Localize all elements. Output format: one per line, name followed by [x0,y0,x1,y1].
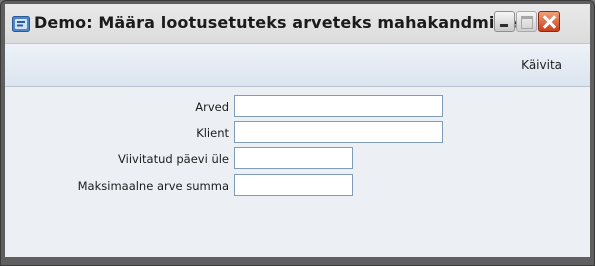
field-row-arved: Arved [5,96,229,118]
run-button[interactable]: Käivita [521,58,562,72]
field-row-klient: Klient [5,122,229,144]
max-amount-input[interactable] [234,174,353,196]
arved-label: Arved [195,100,229,114]
max-amount-label: Maksimaalne arve summa [77,179,229,193]
days-overdue-input[interactable] [234,147,353,169]
title-bar[interactable]: Demo: Määra lootusetuteks arveteks mahak… [5,4,590,44]
field-row-days-overdue: Viivitatud päevi üle [5,148,229,170]
form-panel: Arved Klient Viivitatud päevi üle Maksim… [5,87,590,257]
klient-input[interactable] [234,121,443,143]
toolbar: Käivita [5,44,590,87]
window-title: Demo: Määra lootusetuteks arveteks mahak… [34,13,517,32]
klient-label: Klient [196,126,229,140]
minimize-icon[interactable] [494,11,515,32]
arved-input[interactable] [234,95,443,117]
days-overdue-label: Viivitatud päevi üle [118,152,229,166]
field-row-max-amount: Maksimaalne arve summa [5,175,229,197]
app-window: Demo: Määra lootusetuteks arveteks mahak… [0,0,595,266]
maximize-icon[interactable] [516,11,537,32]
close-icon[interactable] [538,11,560,32]
app-icon [12,16,30,32]
